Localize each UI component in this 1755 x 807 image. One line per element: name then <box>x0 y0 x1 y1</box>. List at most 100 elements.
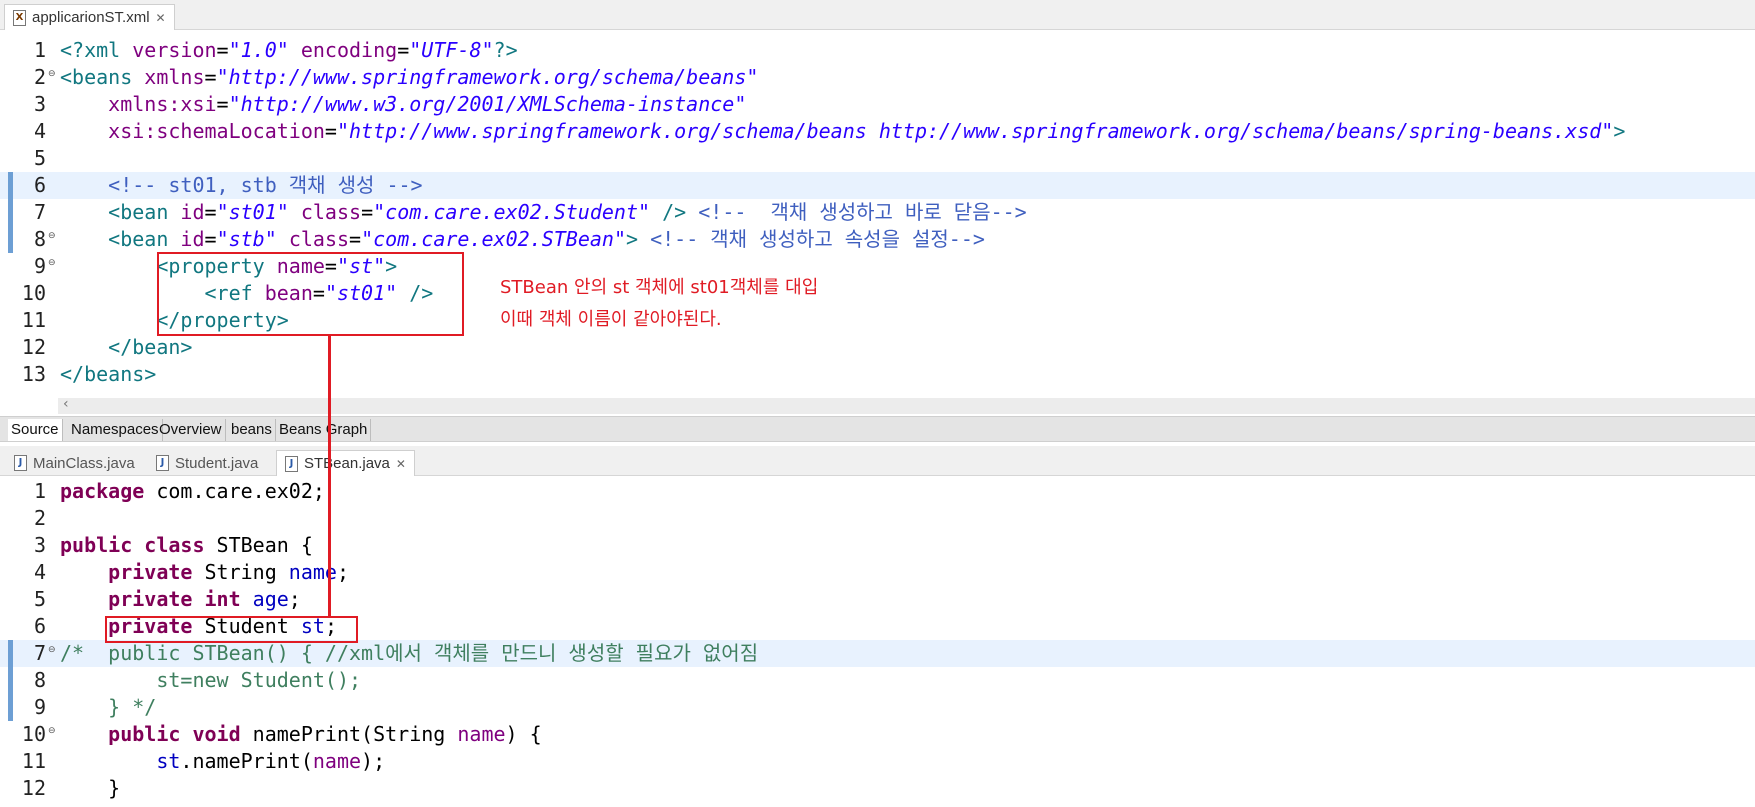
code-token: <?xml <box>60 38 133 62</box>
line-number: 3 <box>33 92 46 116</box>
page-tab-namespaces[interactable]: Namespaces <box>68 419 163 441</box>
horizontal-scrollbar[interactable]: ‹ <box>58 396 1755 414</box>
java-code-line[interactable]: 3 public class STBean { <box>0 532 1755 559</box>
java-file-tab-label: Student.java <box>175 454 259 472</box>
code-token: ); <box>361 749 386 773</box>
fold-toggle-icon[interactable]: ⊖ <box>48 231 56 241</box>
java-file-icon: J <box>285 455 298 472</box>
code-text[interactable]: public class STBean { <box>60 532 313 559</box>
xml-code-line[interactable]: 3 xmlns:xsi="http://www.w3.org/2001/XMLS… <box>0 91 1755 118</box>
fold-toggle-icon[interactable]: ⊖ <box>48 726 56 736</box>
code-text[interactable]: /* public STBean() { //xml에서 객체를 만드니 생성할… <box>60 640 758 667</box>
java-editor-tabbar: J MainClass.java J Student.java J STBean.java… <box>0 446 1755 476</box>
scroll-left-icon[interactable]: ‹ <box>63 396 69 412</box>
line-number: 10 <box>21 722 46 746</box>
xml-code-line[interactable]: 2 ⊖ <beans xmlns="http://www.springframewo… <box>0 64 1755 91</box>
page-tab-beans-graph[interactable]: Beans Graph <box>276 419 372 441</box>
page-tab-beans[interactable]: beans <box>228 419 276 441</box>
java-code-line[interactable]: 8 st=new Student(); <box>0 667 1755 694</box>
code-text[interactable]: </beans> <box>60 361 156 388</box>
code-text[interactable]: xmlns:xsi="http://www.w3.org/2001/XMLSch… <box>60 91 746 118</box>
line-number: 3 <box>33 533 46 557</box>
connector-line <box>328 336 331 616</box>
line-number: 8 <box>33 668 46 692</box>
xml-code-line[interactable]: 13 </beans> <box>0 361 1755 388</box>
code-text[interactable]: <?xml version="1.0" encoding="UTF-8"?> <box>60 37 518 64</box>
xml-code-line[interactable]: 5 <box>0 145 1755 172</box>
code-token: /* public STBean() { //xml에서 객체를 만드니 생성할… <box>60 641 759 665</box>
code-text[interactable]: } */ <box>60 694 156 721</box>
xml-file-icon: X <box>13 9 26 26</box>
code-token: = <box>361 200 374 224</box>
code-text[interactable]: </bean> <box>60 334 192 361</box>
java-file-icon: J <box>14 455 27 471</box>
code-token: "st01" <box>216 200 289 224</box>
line-number: 7 <box>33 200 46 224</box>
code-token: xsi:schemaLocation <box>108 119 325 143</box>
xml-code-line[interactable]: 7 <bean id="st01" class="com.care.ex02.S… <box>0 199 1755 226</box>
line-number: 12 <box>21 335 46 359</box>
fold-toggle-icon[interactable]: ⊖ <box>48 69 56 79</box>
xml-code-line[interactable]: 1 <?xml version="1.0" encoding="UTF-8"?> <box>0 37 1755 64</box>
code-text[interactable]: private String name; <box>60 559 349 586</box>
java-file-tab-label: MainClass.java <box>33 454 135 472</box>
line-number: 8 <box>33 227 46 251</box>
code-text[interactable]: public void namePrint(String name) { <box>60 721 542 748</box>
code-token: = <box>397 38 410 62</box>
code-token: .namePrint( <box>180 749 313 773</box>
code-token: <!-- 객채 생성하고 속성을 설정--> <box>650 227 985 251</box>
code-token: namePrint(String <box>240 722 458 746</box>
code-text[interactable]: <beans xmlns="http://www.springframework… <box>60 64 758 91</box>
change-ruler-marker <box>8 226 13 253</box>
code-text[interactable]: <!-- st01, stb 객채 생성 --> <box>60 172 422 199</box>
code-text[interactable]: private int age; <box>60 586 301 613</box>
java-code-line[interactable]: 9 } */ <box>0 694 1755 721</box>
code-text[interactable]: <bean id="st01" class="com.care.ex02.Stu… <box>60 199 1027 226</box>
xml-file-tab[interactable]: X applicarionST.xml ✕ <box>4 4 175 30</box>
code-token: class <box>276 227 350 251</box>
annotation-line-2: 이때 객체 이름이 같아야된다. <box>500 309 722 330</box>
code-token: } <box>60 776 121 800</box>
line-number: 12 <box>21 776 46 800</box>
xml-source-editor[interactable]: 1 <?xml version="1.0" encoding="UTF-8"?> 2… <box>0 37 1755 397</box>
java-code-line[interactable]: 10 ⊖ public void namePrint(String name) { <box>0 721 1755 748</box>
code-token: private int <box>108 587 241 611</box>
code-text[interactable]: package com.care.ex02; <box>60 478 325 505</box>
line-number: 6 <box>33 173 46 197</box>
close-icon[interactable]: ✕ <box>396 457 406 471</box>
xml-code-line[interactable]: 12 </bean> <box>0 334 1755 361</box>
java-code-line[interactable]: 5 private int age; <box>0 586 1755 613</box>
page-tab-overview[interactable]: Overview <box>156 419 226 441</box>
code-token: <!-- 객채 생성하고 바로 닫음--> <box>698 200 1027 224</box>
code-text[interactable]: st.namePrint(name); <box>60 748 385 775</box>
code-text[interactable]: st=new Student(); <box>60 667 361 694</box>
java-file-tab[interactable]: J Student.java <box>148 450 266 476</box>
xml-code-line[interactable]: 6 <!-- st01, stb 객채 생성 --> <box>0 172 1755 199</box>
code-token: "UTF-8" <box>409 38 494 62</box>
fold-toggle-icon[interactable]: ⊖ <box>48 645 56 655</box>
xml-code-line[interactable]: 4 xsi:schemaLocation="http://www.springf… <box>0 118 1755 145</box>
xml-code-line[interactable]: 8 ⊖ <bean id="stb" class="com.care.ex02.S… <box>0 226 1755 253</box>
java-code-line[interactable]: 4 private String name; <box>0 559 1755 586</box>
java-file-tab[interactable]: J MainClass.java <box>6 450 143 476</box>
java-code-line[interactable]: 1 package com.care.ex02; <box>0 478 1755 505</box>
java-code-line[interactable]: 12 } <box>0 775 1755 802</box>
line-number: 9 <box>33 695 46 719</box>
code-token: > <box>625 227 639 251</box>
code-token: ; <box>336 560 350 584</box>
java-file-tab[interactable]: J STBean.java ✕ <box>276 450 415 476</box>
code-text[interactable]: <bean id="stb" class="com.care.ex02.STBe… <box>60 226 985 253</box>
close-icon[interactable]: ✕ <box>156 11 166 25</box>
code-token: = <box>204 227 217 251</box>
code-text[interactable]: } <box>60 775 120 802</box>
fold-toggle-icon[interactable]: ⊖ <box>48 258 56 268</box>
java-code-line[interactable]: 7 ⊖ /* public STBean() { //xml에서 객체를 만드니 생… <box>0 640 1755 667</box>
java-code-line[interactable]: 2 <box>0 505 1755 532</box>
java-code-line[interactable]: 11 st.namePrint(name); <box>0 748 1755 775</box>
code-text[interactable]: xsi:schemaLocation="http://www.springfra… <box>60 118 1625 145</box>
code-token: = <box>204 65 217 89</box>
page-tab-source[interactable]: Source <box>8 419 63 441</box>
